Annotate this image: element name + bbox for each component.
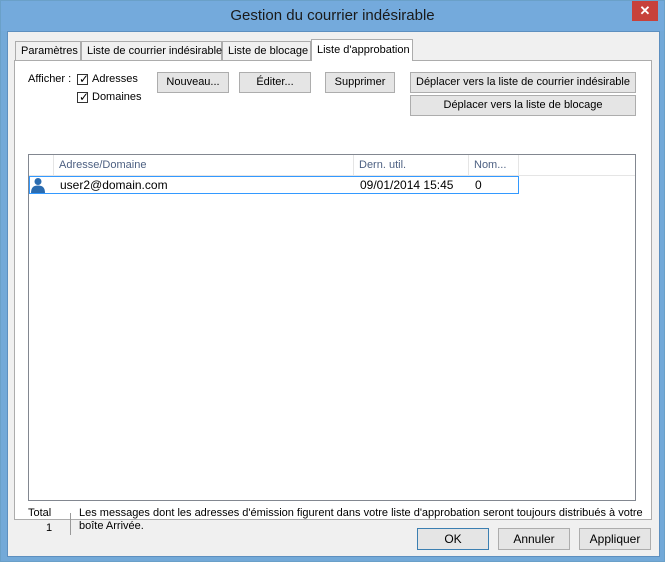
tab-parametres[interactable]: Paramètres — [15, 41, 81, 60]
row-count: 0 — [475, 178, 482, 192]
domains-label[interactable]: Domaines — [92, 91, 142, 103]
addresses-label[interactable]: Adresses — [92, 73, 138, 85]
move-to-junk-list-button[interactable]: Déplacer vers la liste de courrier indés… — [410, 72, 636, 93]
close-button[interactable]: ✕ — [632, 1, 658, 21]
filter-label: Afficher : — [28, 73, 72, 85]
title-bar[interactable]: Gestion du courrier indésirable ✕ — [1, 1, 664, 31]
row-address: user2@domain.com — [60, 178, 168, 192]
column-header-last-used[interactable]: Dern. util. — [354, 155, 469, 175]
edit-button[interactable]: Éditer... — [239, 72, 311, 93]
ok-button[interactable]: OK — [417, 528, 489, 550]
window-title: Gestion du courrier indésirable — [230, 7, 435, 24]
tab-junk-list[interactable]: Liste de courrier indésirable — [81, 41, 222, 60]
total-value: 1 — [46, 522, 53, 534]
domains-checkbox[interactable]: ✓ — [77, 90, 90, 104]
dialog-window: Gestion du courrier indésirable ✕ Paramè… — [0, 0, 665, 562]
close-icon: ✕ — [639, 3, 651, 18]
check-icon: ✓ — [79, 72, 90, 86]
apply-button[interactable]: Appliquer — [579, 528, 651, 550]
delete-button[interactable]: Supprimer — [325, 72, 395, 93]
column-header-count[interactable]: Nom... — [469, 155, 519, 175]
list-header: Adresse/Domaine Dern. util. Nom... — [29, 155, 635, 176]
move-to-block-list-button[interactable]: Déplacer vers la liste de blocage — [410, 95, 636, 116]
info-text-line2: boîte Arrivée. — [79, 520, 144, 532]
info-text-line1: Les messages dont les adresses d'émissio… — [79, 507, 643, 519]
check-icon: ✓ — [79, 90, 90, 104]
user-icon — [31, 177, 47, 193]
tab-block-list[interactable]: Liste de blocage — [222, 41, 311, 60]
tab-approval-list[interactable]: Liste d'approbation — [311, 39, 413, 61]
addresses-checkbox[interactable]: ✓ — [77, 72, 90, 86]
list-row[interactable]: user2@domain.com 09/01/2014 15:45 0 — [29, 176, 519, 194]
dialog-client-area: Paramètres Liste de courrier indésirable… — [7, 31, 660, 557]
footer-divider — [70, 513, 71, 535]
approval-list-panel: Afficher : ✓ Adresses ✓ Domaines Nouveau… — [14, 60, 652, 535]
total-label: Total — [28, 507, 52, 519]
row-last-used: 09/01/2014 15:45 — [360, 178, 454, 192]
column-header-icon[interactable] — [29, 155, 54, 175]
approval-list-view[interactable]: Adresse/Domaine Dern. util. Nom... user2… — [28, 154, 636, 501]
column-header-address[interactable]: Adresse/Domaine — [54, 155, 354, 175]
cancel-button[interactable]: Annuler — [498, 528, 570, 550]
new-button[interactable]: Nouveau... — [157, 72, 229, 93]
